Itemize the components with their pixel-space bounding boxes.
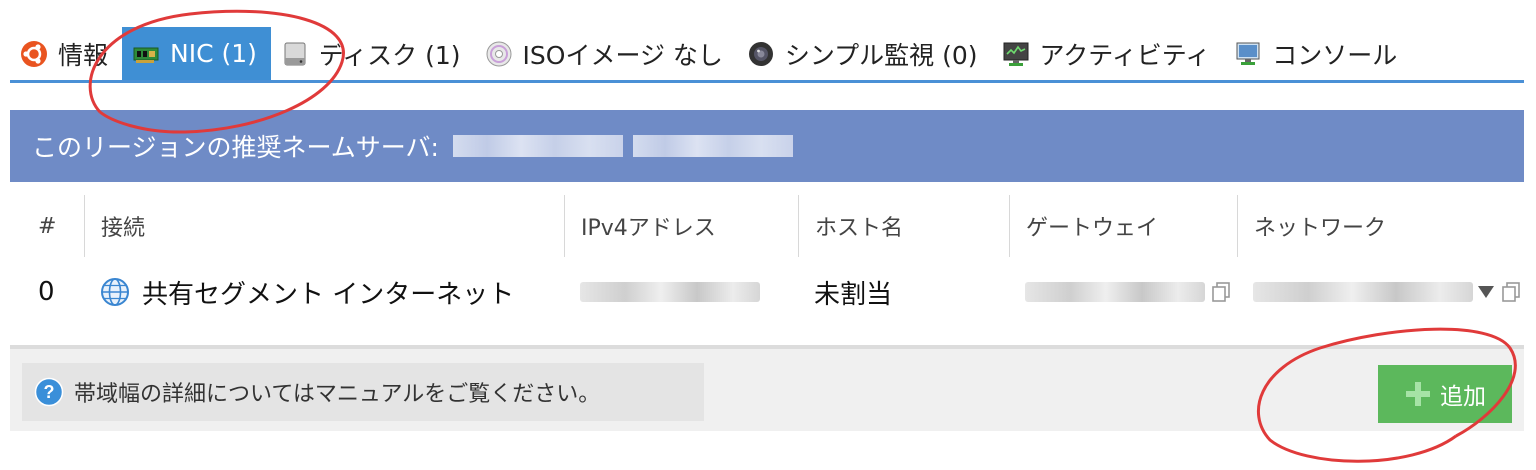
console-monitor-icon — [1234, 40, 1262, 68]
ubuntu-icon — [20, 40, 48, 68]
header-network: ネットワーク — [1237, 195, 1524, 257]
add-button-label: 追加 — [1440, 384, 1486, 410]
tab-disk[interactable]: ディスク (1) — [271, 27, 475, 80]
question-icon: ? — [34, 377, 64, 407]
row-network — [1237, 257, 1524, 327]
row-gateway — [1009, 257, 1237, 327]
redacted-gateway — [1025, 282, 1205, 302]
tab-label: 情報 — [58, 40, 109, 70]
header-index: # — [38, 213, 57, 239]
plus-icon — [1406, 382, 1430, 406]
header-connection: 接続 — [84, 195, 564, 257]
footer-bar: ? 帯域幅の詳細についてはマニュアルをご覧ください。 追加 — [10, 345, 1524, 431]
row-hostname: 未割当 — [814, 279, 893, 310]
tab-label: ディスク (1) — [318, 40, 461, 70]
tab-bar: 情報 NIC (1) ディスク (1) ISOイメージ なし シンプル監視 (0… — [10, 27, 1524, 83]
redacted-network — [1253, 282, 1473, 302]
nameserver-banner: このリージョンの推奨ネームサーバ: — [10, 110, 1524, 182]
tab-label: ISOイメージ なし — [522, 40, 723, 70]
row-index: 0 — [38, 277, 55, 307]
copy-icon[interactable] — [1211, 281, 1231, 303]
tab-info[interactable]: 情報 — [10, 27, 122, 80]
add-nic-button[interactable]: 追加 — [1378, 365, 1512, 423]
row-connection: 共有セグメント インターネット — [84, 257, 564, 327]
tab-nic[interactable]: NIC (1) — [122, 27, 271, 80]
chevron-down-icon[interactable] — [1477, 285, 1495, 299]
redacted-nameserver-2 — [632, 135, 793, 157]
header-hostname: ホスト名 — [798, 195, 1009, 257]
network-card-icon — [132, 40, 160, 68]
globe-icon — [101, 278, 129, 306]
connection-name: 共有セグメント インターネット — [142, 279, 515, 310]
redacted-ipv4 — [580, 282, 760, 302]
table-row[interactable]: 0 共有セグメント インターネット 未割当 — [10, 257, 1524, 327]
svg-text:?: ? — [44, 382, 55, 402]
tab-label: コンソール — [1272, 40, 1398, 70]
camera-lens-icon — [747, 40, 775, 68]
tab-label: シンプル監視 (0) — [784, 40, 978, 70]
nameserver-label: このリージョンの推奨ネームサーバ: — [32, 133, 439, 162]
copy-icon[interactable] — [1501, 281, 1521, 303]
tab-label: アクティビティ — [1039, 40, 1211, 70]
row-ipv4 — [564, 257, 798, 327]
redacted-nameserver-1 — [452, 135, 623, 157]
help-note: ? 帯域幅の詳細についてはマニュアルをご覧ください。 — [22, 363, 704, 421]
header-ipv4: IPv4アドレス — [564, 195, 798, 257]
monitor-activity-icon — [1002, 40, 1030, 68]
help-text: 帯域幅の詳細についてはマニュアルをご覧ください。 — [74, 382, 601, 407]
nic-table: # 接続 IPv4アドレス ホスト名 ゲートウェイ ネットワーク 0 共有セグメ… — [10, 195, 1524, 327]
header-gateway: ゲートウェイ — [1009, 195, 1237, 257]
tab-monitoring[interactable]: シンプル監視 (0) — [737, 27, 992, 80]
cd-icon — [485, 40, 513, 68]
tab-label: NIC (1) — [170, 39, 257, 68]
tab-iso[interactable]: ISOイメージ なし — [475, 27, 737, 80]
table-header: # 接続 IPv4アドレス ホスト名 ゲートウェイ ネットワーク — [10, 195, 1524, 257]
tab-activity[interactable]: アクティビティ — [992, 27, 1225, 80]
tab-console[interactable]: コンソール — [1224, 27, 1411, 80]
disk-drive-icon — [281, 40, 309, 68]
